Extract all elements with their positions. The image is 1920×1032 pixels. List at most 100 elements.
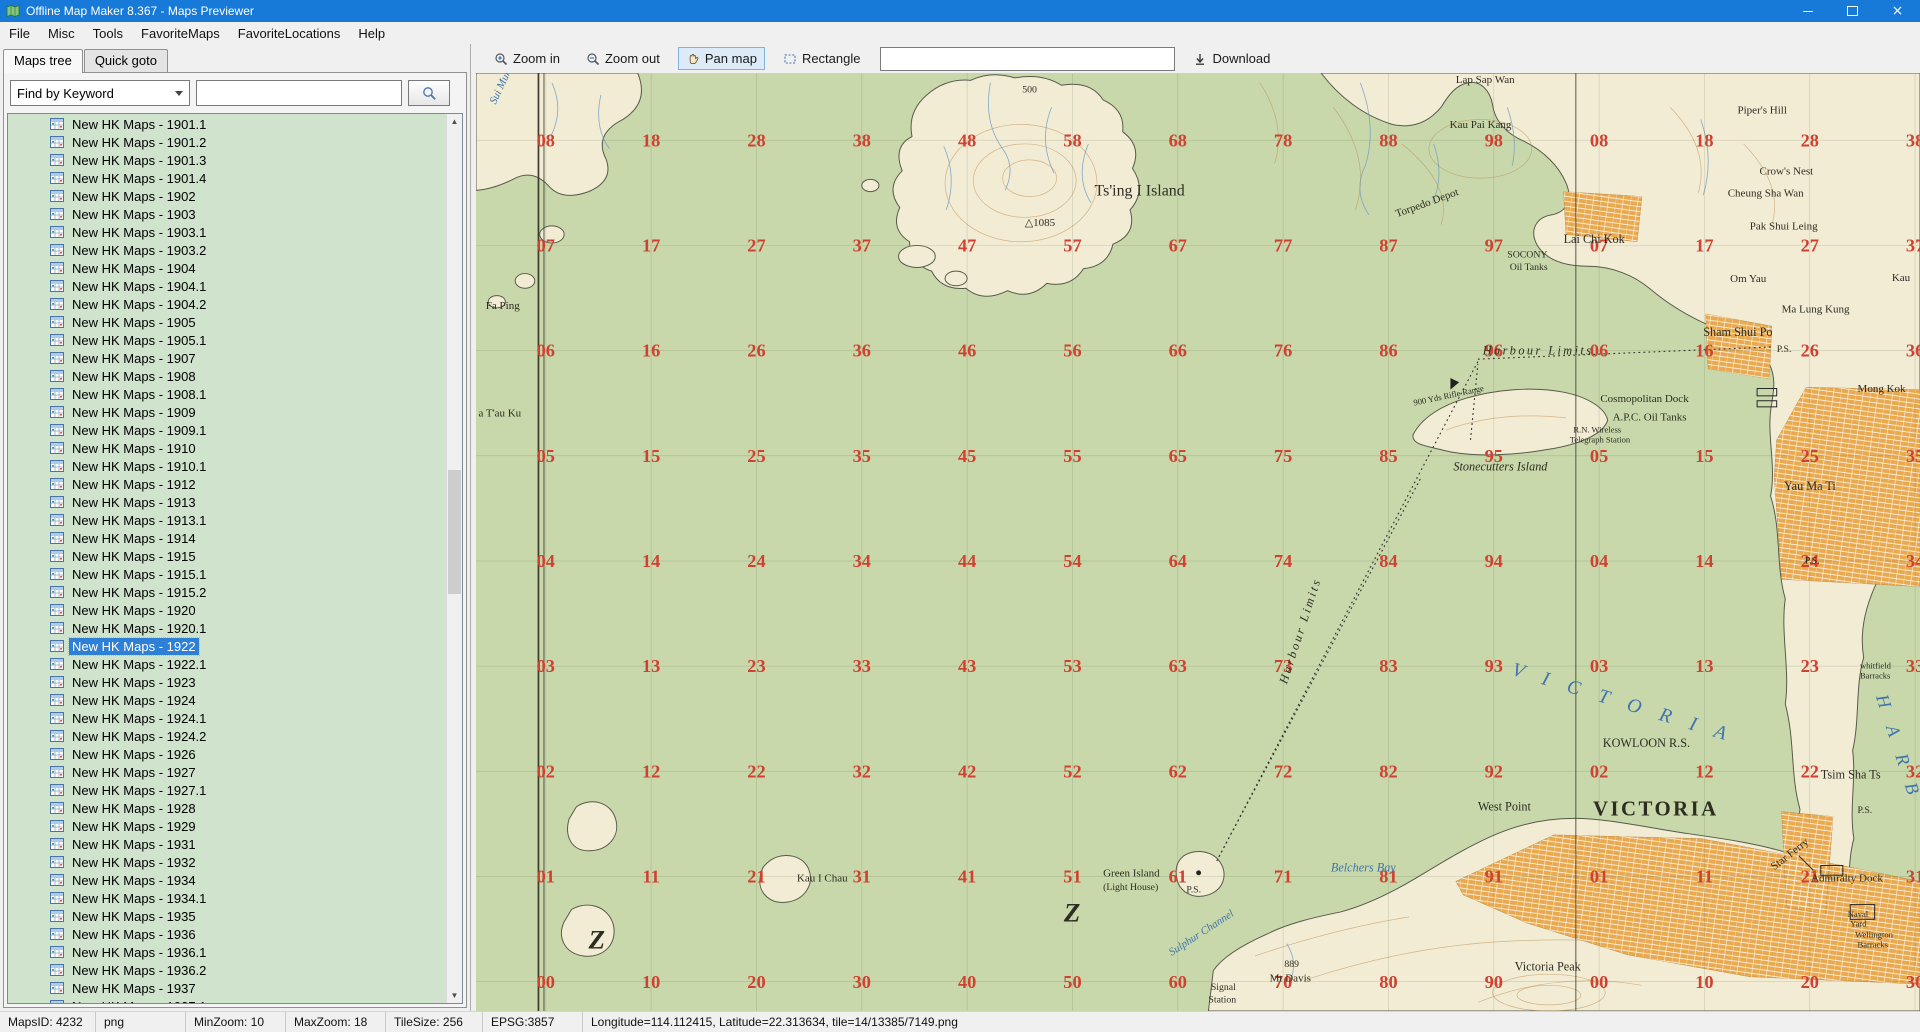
map-canvas[interactable]: 0818283848586878889808182838071727374757… <box>476 73 1920 1011</box>
pan-map-button[interactable]: Pan map <box>678 47 765 70</box>
tree-item[interactable]: New HK Maps - 1932 <box>8 853 447 871</box>
tree-item[interactable]: New HK Maps - 1923 <box>8 673 447 691</box>
tree-item[interactable]: New HK Maps - 1904 <box>8 259 447 277</box>
tree-item[interactable]: New HK Maps - 1935 <box>8 907 447 925</box>
menu-item-favoritemaps[interactable]: FavoriteMaps <box>132 24 229 43</box>
tree-item[interactable]: New HK Maps - 1927 <box>8 763 447 781</box>
tree-item[interactable]: New HK Maps - 1931 <box>8 835 447 853</box>
tree-item[interactable]: New HK Maps - 1929 <box>8 817 447 835</box>
map-layer-icon <box>50 352 64 364</box>
map-layer-icon <box>50 604 64 616</box>
tree-item[interactable]: New HK Maps - 1908 <box>8 367 447 385</box>
tree-item[interactable]: New HK Maps - 1913 <box>8 493 447 511</box>
scroll-down-icon[interactable]: ▼ <box>447 988 462 1003</box>
tree-item[interactable]: New HK Maps - 1902 <box>8 187 447 205</box>
rectangle-select-button[interactable]: Rectangle <box>775 47 869 70</box>
svg-text:12: 12 <box>1695 761 1713 781</box>
svg-text:63: 63 <box>1169 656 1187 676</box>
tree-item[interactable]: New HK Maps - 1915.2 <box>8 583 447 601</box>
tree-item[interactable]: New HK Maps - 1924 <box>8 691 447 709</box>
tree-item[interactable]: New HK Maps - 1934 <box>8 871 447 889</box>
tree-item[interactable]: New HK Maps - 1901.2 <box>8 133 447 151</box>
download-button[interactable]: Download <box>1185 47 1278 70</box>
tree-item[interactable]: New HK Maps - 1937.1 <box>8 997 447 1003</box>
tree-item-label: New HK Maps - 1924.2 <box>69 728 209 745</box>
tree-item[interactable]: New HK Maps - 1904.1 <box>8 277 447 295</box>
map-viewport[interactable]: 0818283848586878889808182838071727374757… <box>476 73 1920 1011</box>
tree-item[interactable]: New HK Maps - 1912 <box>8 475 447 493</box>
map-layer-icon <box>50 172 64 184</box>
tree-item[interactable]: New HK Maps - 1901.4 <box>8 169 447 187</box>
search-row: Find by Keyword <box>4 73 466 113</box>
tree-item-label: New HK Maps - 1914 <box>69 530 199 547</box>
map-layer-icon <box>50 370 64 382</box>
tree-item[interactable]: New HK Maps - 1920 <box>8 601 447 619</box>
svg-text:Yard: Yard <box>1850 919 1867 929</box>
tree-item[interactable]: New HK Maps - 1905.1 <box>8 331 447 349</box>
tree-item[interactable]: New HK Maps - 1903.1 <box>8 223 447 241</box>
tree-item[interactable]: New HK Maps - 1901.3 <box>8 151 447 169</box>
svg-text:Lai Chi Kok: Lai Chi Kok <box>1564 232 1626 246</box>
tree-item[interactable]: New HK Maps - 1909.1 <box>8 421 447 439</box>
tree-item[interactable]: New HK Maps - 1936.2 <box>8 961 447 979</box>
tree-item[interactable]: New HK Maps - 1903.2 <box>8 241 447 259</box>
minimize-button[interactable] <box>1785 0 1830 22</box>
tree-item[interactable]: New HK Maps - 1937 <box>8 979 447 997</box>
scrollbar-thumb[interactable] <box>448 470 461 594</box>
tree-item[interactable]: New HK Maps - 1903 <box>8 205 447 223</box>
menu-item-tools[interactable]: Tools <box>84 24 132 43</box>
tab-quick-goto[interactable]: Quick goto <box>84 49 168 72</box>
menu-item-misc[interactable]: Misc <box>39 24 84 43</box>
search-input[interactable] <box>196 80 402 106</box>
tree-scrollbar[interactable]: ▲ ▼ <box>446 114 462 1003</box>
map-layer-icon <box>50 388 64 400</box>
zoom-in-button[interactable]: Zoom in <box>486 47 568 70</box>
find-mode-combobox[interactable]: Find by Keyword <box>10 80 190 106</box>
tree-item[interactable]: New HK Maps - 1913.1 <box>8 511 447 529</box>
tree-item[interactable]: New HK Maps - 1924.2 <box>8 727 447 745</box>
tree-item[interactable]: New HK Maps - 1915.1 <box>8 565 447 583</box>
zoom-out-button[interactable]: Zoom out <box>578 47 668 70</box>
tab-maps-tree[interactable]: Maps tree <box>3 49 83 73</box>
tree-item[interactable]: New HK Maps - 1909 <box>8 403 447 421</box>
tree-item[interactable]: New HK Maps - 1928 <box>8 799 447 817</box>
scroll-up-icon[interactable]: ▲ <box>447 114 462 129</box>
goto-coordinates-input[interactable] <box>880 47 1175 71</box>
status-maps-id: MapsID: 4232 <box>0 1012 96 1032</box>
tree-item[interactable]: New HK Maps - 1936 <box>8 925 447 943</box>
tree-item[interactable]: New HK Maps - 1910 <box>8 439 447 457</box>
svg-text:Z: Z <box>1063 898 1080 928</box>
tree-item[interactable]: New HK Maps - 1922 <box>8 637 447 655</box>
combo-dropdown-button[interactable] <box>169 81 189 105</box>
maximize-button[interactable] <box>1830 0 1875 22</box>
close-button[interactable]: × <box>1875 0 1920 22</box>
menu-item-favoritelocations[interactable]: FavoriteLocations <box>229 24 350 43</box>
tree-item[interactable]: New HK Maps - 1924.1 <box>8 709 447 727</box>
tree-item[interactable]: New HK Maps - 1920.1 <box>8 619 447 637</box>
tree-item[interactable]: New HK Maps - 1905 <box>8 313 447 331</box>
tree-item[interactable]: New HK Maps - 1908.1 <box>8 385 447 403</box>
svg-text:SOCONY: SOCONY <box>1507 250 1547 261</box>
tree-item-label: New HK Maps - 1901.1 <box>69 116 209 133</box>
svg-text:41: 41 <box>958 867 976 887</box>
tree-item[interactable]: New HK Maps - 1910.1 <box>8 457 447 475</box>
tree-item[interactable]: New HK Maps - 1934.1 <box>8 889 447 907</box>
map-layer-icon <box>50 568 64 580</box>
app-icon <box>6 4 20 18</box>
map-layer-icon <box>50 856 64 868</box>
svg-text:34: 34 <box>853 551 871 571</box>
tree-item[interactable]: New HK Maps - 1915 <box>8 547 447 565</box>
tree-item[interactable]: New HK Maps - 1901.1 <box>8 115 447 133</box>
tree-item[interactable]: New HK Maps - 1926 <box>8 745 447 763</box>
tree-item[interactable]: New HK Maps - 1914 <box>8 529 447 547</box>
tree-item[interactable]: New HK Maps - 1927.1 <box>8 781 447 799</box>
tree-item[interactable]: New HK Maps - 1904.2 <box>8 295 447 313</box>
tree-item[interactable]: New HK Maps - 1936.1 <box>8 943 447 961</box>
menu-item-help[interactable]: Help <box>349 24 394 43</box>
tree-item[interactable]: New HK Maps - 1907 <box>8 349 447 367</box>
tree-item[interactable]: New HK Maps - 1922.1 <box>8 655 447 673</box>
svg-text:a T'au Ku: a T'au Ku <box>478 408 521 420</box>
search-button[interactable] <box>408 80 450 106</box>
svg-text:02: 02 <box>537 761 555 781</box>
menu-item-file[interactable]: File <box>0 24 39 43</box>
